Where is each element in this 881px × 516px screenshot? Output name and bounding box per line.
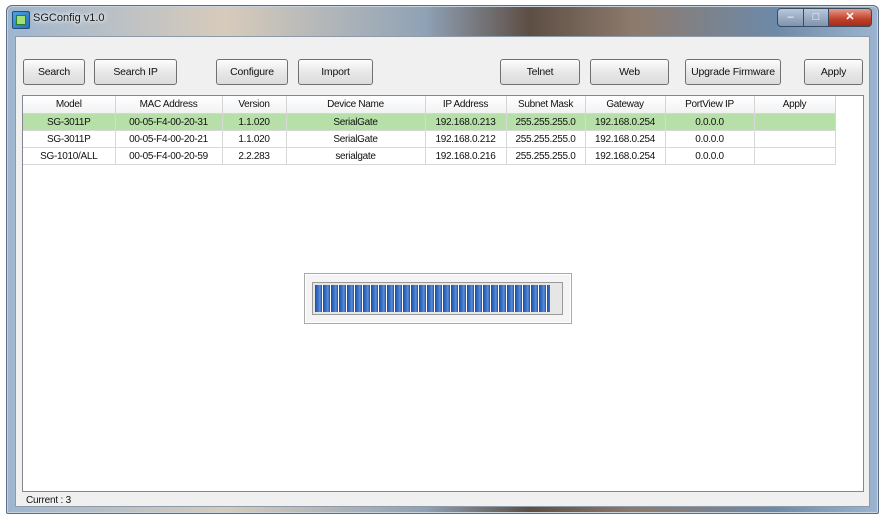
cell-apply[interactable] bbox=[754, 113, 836, 131]
app-window: SGConfig v1.0 – □ ✕ Search Search IP Con… bbox=[6, 5, 879, 514]
cell-ip-address: 192.168.0.212 bbox=[425, 130, 507, 148]
cell-portview-ip: 0.0.0.0 bbox=[665, 130, 755, 148]
configure-button[interactable]: Configure bbox=[216, 59, 288, 85]
web-button[interactable]: Web bbox=[590, 59, 669, 85]
cell-model: SG-3011P bbox=[23, 113, 116, 131]
column-header-version[interactable]: Version bbox=[222, 96, 287, 114]
cell-mac-address: 00-05-F4-00-20-59 bbox=[115, 147, 223, 165]
progress-bar bbox=[312, 282, 563, 315]
search-ip-button[interactable]: Search IP bbox=[94, 59, 177, 85]
column-header-model[interactable]: Model bbox=[23, 96, 116, 114]
upgrade-firmware-button[interactable]: Upgrade Firmware bbox=[685, 59, 781, 85]
cell-apply[interactable] bbox=[754, 147, 836, 165]
title-bar[interactable]: SGConfig v1.0 – □ ✕ bbox=[7, 6, 878, 34]
search-button[interactable]: Search bbox=[23, 59, 85, 85]
device-table[interactable]: Model MAC Address Version Device Name IP… bbox=[22, 95, 864, 492]
column-header-ip-address[interactable]: IP Address bbox=[425, 96, 507, 114]
app-icon bbox=[12, 11, 30, 29]
import-button[interactable]: Import bbox=[298, 59, 373, 85]
column-header-device-name[interactable]: Device Name bbox=[286, 96, 426, 114]
status-text: Current : 3 bbox=[26, 495, 72, 506]
cell-portview-ip: 0.0.0.0 bbox=[665, 147, 755, 165]
cell-ip-address: 192.168.0.216 bbox=[425, 147, 507, 165]
column-header-apply[interactable]: Apply bbox=[754, 96, 836, 114]
column-header-gateway[interactable]: Gateway bbox=[585, 96, 666, 114]
cell-gateway: 192.168.0.254 bbox=[585, 147, 666, 165]
cell-version: 1.1.020 bbox=[222, 130, 287, 148]
table-row[interactable]: SG-3011P 00-05-F4-00-20-21 1.1.020 Seria… bbox=[23, 130, 836, 148]
cell-subnet-mask: 255.255.255.0 bbox=[506, 130, 586, 148]
main-panel: Search Search IP Configure Import Telnet… bbox=[15, 36, 870, 507]
window-title: SGConfig v1.0 bbox=[33, 12, 105, 24]
cell-model: SG-1010/ALL bbox=[23, 147, 116, 165]
column-header-portview-ip[interactable]: PortView IP bbox=[665, 96, 755, 114]
cell-mac-address: 00-05-F4-00-20-21 bbox=[115, 130, 223, 148]
apply-button[interactable]: Apply bbox=[804, 59, 863, 85]
column-header-subnet-mask[interactable]: Subnet Mask bbox=[506, 96, 586, 114]
window-controls: – □ ✕ bbox=[777, 8, 872, 27]
cell-device-name: serialgate bbox=[286, 147, 426, 165]
cell-model: SG-3011P bbox=[23, 130, 116, 148]
close-button[interactable]: ✕ bbox=[829, 8, 872, 27]
cell-apply[interactable] bbox=[754, 130, 836, 148]
telnet-button[interactable]: Telnet bbox=[500, 59, 580, 85]
cell-ip-address: 192.168.0.213 bbox=[425, 113, 507, 131]
cell-version: 1.1.020 bbox=[222, 113, 287, 131]
progress-bar-fill bbox=[315, 285, 550, 312]
minimize-button[interactable]: – bbox=[777, 8, 804, 27]
cell-gateway: 192.168.0.254 bbox=[585, 130, 666, 148]
cell-version: 2.2.283 bbox=[222, 147, 287, 165]
cell-device-name: SerialGate bbox=[286, 113, 426, 131]
cell-mac-address: 00-05-F4-00-20-31 bbox=[115, 113, 223, 131]
cell-subnet-mask: 255.255.255.0 bbox=[506, 113, 586, 131]
progress-dialog bbox=[304, 273, 572, 324]
table-header: Model MAC Address Version Device Name IP… bbox=[23, 96, 836, 114]
cell-portview-ip: 0.0.0.0 bbox=[665, 113, 755, 131]
table-row[interactable]: SG-3011P 00-05-F4-00-20-31 1.1.020 Seria… bbox=[23, 113, 836, 131]
maximize-button[interactable]: □ bbox=[804, 8, 829, 27]
cell-gateway: 192.168.0.254 bbox=[585, 113, 666, 131]
table-row[interactable]: SG-1010/ALL 00-05-F4-00-20-59 2.2.283 se… bbox=[23, 147, 836, 165]
cell-subnet-mask: 255.255.255.0 bbox=[506, 147, 586, 165]
column-header-mac-address[interactable]: MAC Address bbox=[115, 96, 223, 114]
cell-device-name: SerialGate bbox=[286, 130, 426, 148]
